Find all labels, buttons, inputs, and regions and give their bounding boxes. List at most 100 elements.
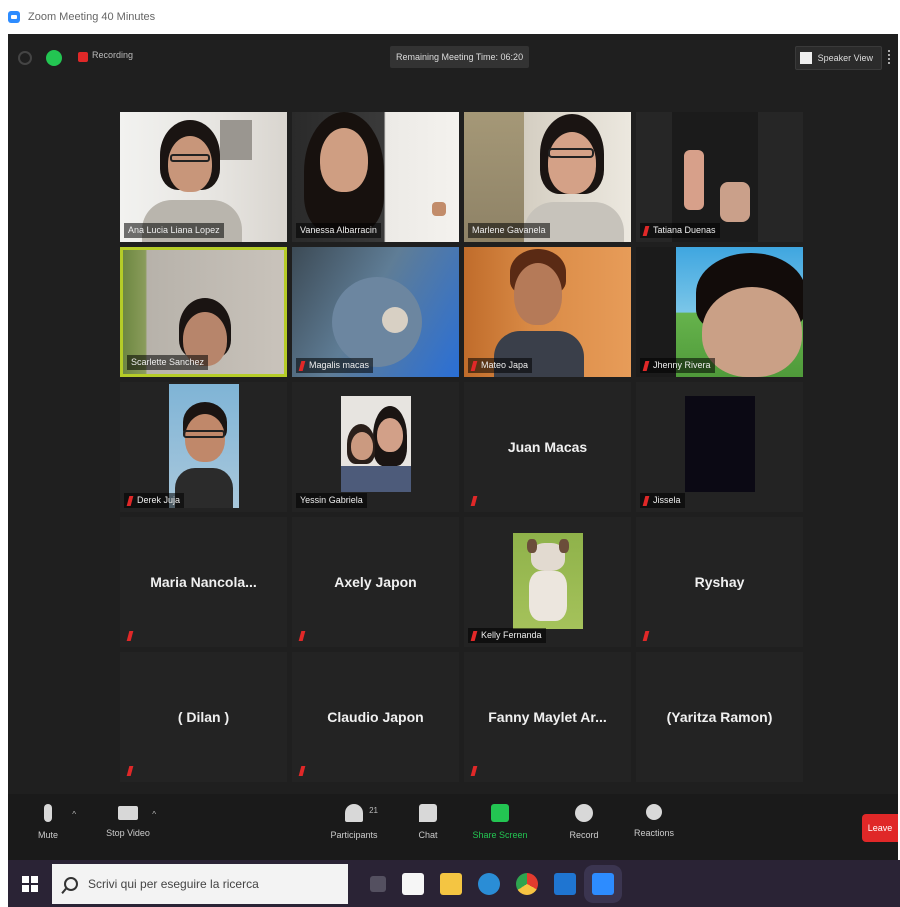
participant-name: Vanessa Albarracin (300, 225, 377, 235)
participant-name: Jhenny Rivera (653, 360, 711, 370)
muted-mic-icon (126, 495, 134, 506)
chat-label: Chat (418, 830, 438, 840)
muted-mic-icon (298, 360, 306, 371)
share-screen-button[interactable]: Share Screen (470, 804, 530, 840)
window-titlebar: Zoom Meeting 40 Minutes (0, 0, 900, 34)
participants-label: Participants (330, 830, 378, 840)
participant-name: Scarlette Sanchez (131, 357, 205, 367)
meeting-topbar: Recording Remaining Meeting Time: 06:20 … (8, 34, 898, 84)
speaker-view-icon (799, 52, 812, 64)
store-bag-icon[interactable] (402, 872, 424, 895)
participant-name-display: ( Dilan ) (177, 709, 230, 725)
speaker-view-button[interactable]: Speaker View (794, 46, 882, 70)
remaining-time-indicator: Remaining Meeting Time: 06:20 (390, 46, 530, 68)
zoom-app-icon (8, 11, 20, 23)
zoom-taskbar-icon[interactable] (592, 872, 614, 895)
participant-tile[interactable]: Ryshay (636, 517, 803, 647)
muted-mic-icon (642, 495, 650, 506)
participant-tile[interactable]: Kelly Fernanda (464, 517, 631, 647)
participant-name: Kelly Fernanda (481, 630, 542, 640)
participant-name-display: Fanny Maylet Ar... (488, 709, 607, 725)
recording-icon (78, 52, 88, 62)
participant-name: Marlene Gavanela (472, 225, 546, 235)
participant-nameplate: Magalis macas (296, 358, 374, 373)
window-title: Zoom Meeting 40 Minutes (28, 11, 156, 23)
participant-tile[interactable]: Fanny Maylet Ar... (464, 652, 631, 782)
participant-name: Tatiana Duenas (653, 225, 716, 235)
info-icon[interactable] (18, 51, 32, 65)
stop-video-button[interactable]: ^ Stop Video (98, 804, 158, 838)
file-explorer-icon[interactable] (440, 872, 462, 895)
taskbar-search-box[interactable]: Scrivi qui per eseguire la ricerca (52, 863, 348, 904)
participant-name: Magalis macas (309, 360, 370, 370)
participant-name-display: Maria Nancola... (150, 574, 257, 590)
participant-tile[interactable]: Jissela (636, 382, 803, 512)
participant-video (168, 384, 239, 508)
speaker-view-label: Speaker View (817, 53, 873, 63)
participant-tile-active-speaker[interactable]: Scarlette Sanchez (120, 247, 287, 377)
participant-tile[interactable]: Tatiana Duenas (636, 112, 803, 242)
participant-name-display: (Yaritza Ramon) (666, 709, 773, 725)
participant-name: Ana Lucia Liana Lopez (128, 225, 220, 235)
participants-button[interactable]: 21 Participants (324, 804, 384, 840)
record-button[interactable]: Record (554, 804, 614, 840)
participant-tile[interactable]: Juan Macas (464, 382, 631, 512)
mail-icon[interactable] (554, 872, 576, 895)
participant-tile[interactable]: Axely Japon (292, 517, 459, 647)
participant-nameplate: Tatiana Duenas (640, 223, 720, 238)
chrome-browser-icon[interactable] (516, 872, 538, 895)
participant-nameplate: Marlene Gavanela (468, 223, 550, 238)
taskbar-apps (362, 872, 622, 895)
encryption-shield-icon[interactable] (46, 50, 62, 66)
participant-tile[interactable]: Yessin Gabriela (292, 382, 459, 512)
participant-tile[interactable]: Vanessa Albarracin (292, 112, 459, 242)
participant-nameplate: Kelly Fernanda (468, 628, 546, 643)
reactions-label: Reactions (633, 828, 675, 838)
stop-video-label: Stop Video (106, 828, 150, 838)
leave-button[interactable]: Leave (862, 814, 898, 842)
participant-nameplate: Mateo Japa (468, 358, 533, 373)
participant-tile[interactable]: Marlene Gavanela (464, 112, 631, 242)
participant-tile[interactable]: Magalis macas (292, 247, 459, 377)
chevron-up-icon[interactable]: ^ (72, 810, 76, 819)
mute-button[interactable]: ^ Mute (18, 804, 78, 840)
zoom-meeting-window: Recording Remaining Meeting Time: 06:20 … (8, 34, 898, 860)
share-screen-label: Share Screen (472, 830, 528, 840)
muted-mic-icon (470, 360, 478, 371)
edge-browser-icon[interactable] (478, 872, 500, 895)
reactions-smiley-icon (646, 804, 662, 820)
participant-tile[interactable]: Ana Lucia Liana Lopez (120, 112, 287, 242)
participant-tile[interactable]: (Yaritza Ramon) (636, 652, 803, 782)
participant-nameplate: Derek Juja (124, 493, 185, 508)
participant-tile[interactable]: Jhenny Rivera (636, 247, 803, 377)
participant-name: Jissela (653, 495, 681, 505)
participants-count: 21 (369, 806, 378, 815)
participant-tile[interactable]: Derek Juja (120, 382, 287, 512)
participant-nameplate: Jhenny Rivera (640, 358, 715, 373)
participant-tile[interactable]: Maria Nancola... (120, 517, 287, 647)
participant-name-display: Ryshay (694, 574, 745, 590)
fullscreen-icon[interactable] (888, 50, 896, 64)
participant-tile[interactable]: Claudio Japon (292, 652, 459, 782)
participant-nameplate: Jissela (640, 493, 685, 508)
search-icon (64, 876, 78, 891)
participant-video (340, 396, 411, 492)
chevron-up-icon[interactable]: ^ (152, 810, 156, 819)
reactions-button[interactable]: Reactions (624, 804, 684, 838)
participant-video (512, 533, 583, 629)
participant-nameplate: Ana Lucia Liana Lopez (124, 223, 224, 238)
participant-nameplate: Scarlette Sanchez (127, 355, 209, 370)
participant-tile[interactable]: ( Dilan ) (120, 652, 287, 782)
participant-video (684, 396, 755, 492)
chat-button[interactable]: Chat (398, 804, 458, 840)
participants-icon (345, 804, 363, 822)
task-view-icon[interactable] (370, 875, 386, 892)
participant-tile[interactable]: Mateo Japa (464, 247, 631, 377)
muted-mic-icon (470, 630, 478, 641)
windows-taskbar: Scrivi qui per eseguire la ricerca (8, 860, 900, 907)
taskbar-search-placeholder: Scrivi qui per eseguire la ricerca (88, 876, 259, 891)
windows-start-icon[interactable] (22, 875, 38, 892)
participant-name-display: Juan Macas (507, 439, 588, 455)
chat-bubble-icon (419, 804, 437, 822)
participant-name-display: Claudio Japon (327, 709, 424, 725)
